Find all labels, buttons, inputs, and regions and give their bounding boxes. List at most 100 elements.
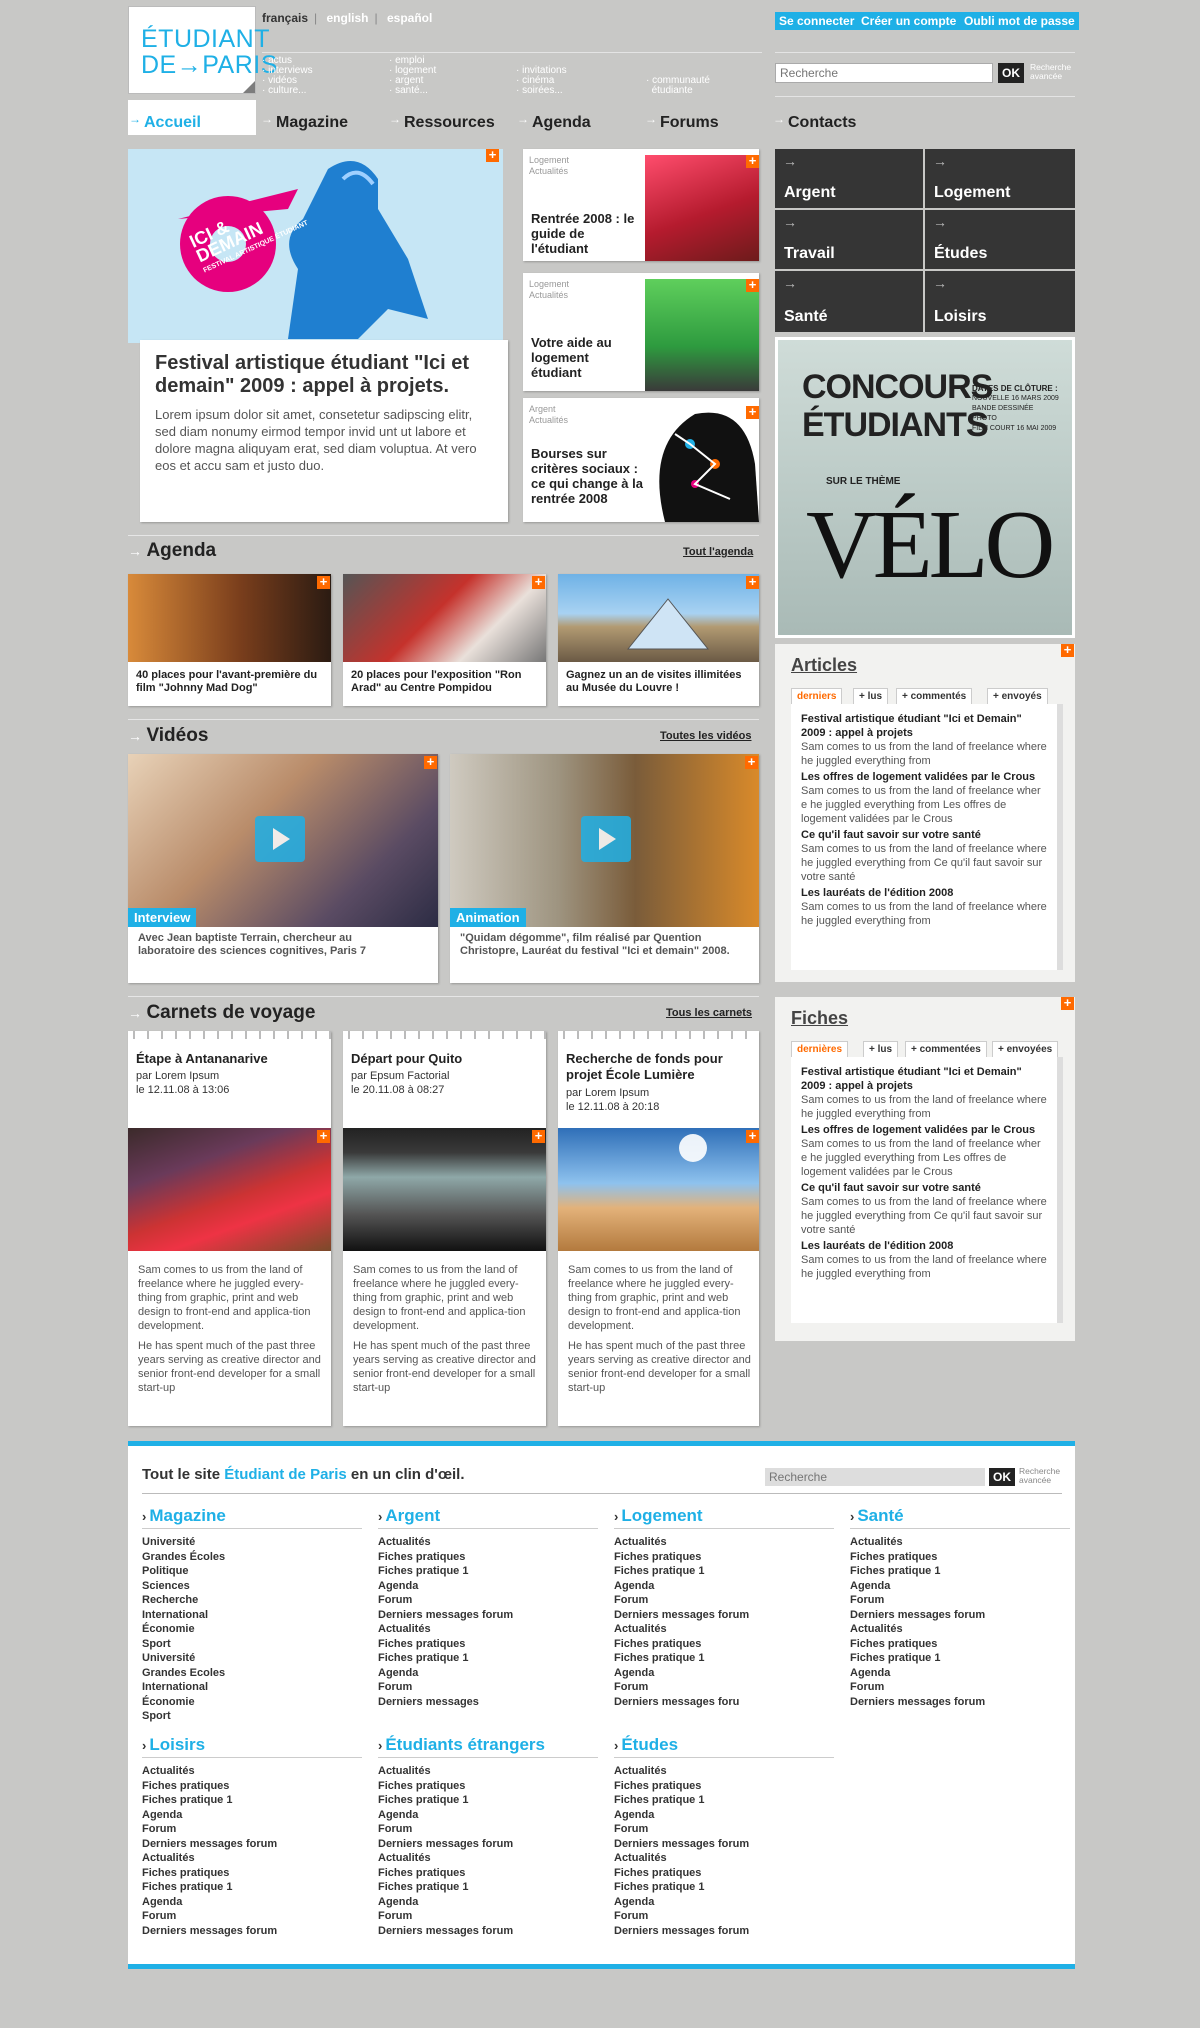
feature-plus-3[interactable]: +: [746, 405, 759, 419]
footer-link[interactable]: Fiches pratiques: [850, 1637, 1070, 1652]
nav-forums[interactable]: → Forums: [644, 100, 770, 135]
carnet-item-3[interactable]: Recherche de fonds pour projet École Lum…: [558, 1031, 759, 1426]
agenda-item-2[interactable]: 20 places pour l'exposition "Ron Arad" a…: [343, 574, 546, 706]
fiche-item-4[interactable]: Les lauréats de l'édition 2008 Sam comes …: [801, 1239, 1047, 1281]
articles-tab-lus[interactable]: + lus: [853, 688, 889, 704]
feature-title-1[interactable]: Rentrée 2008 : le guide de l'étudiant: [531, 211, 641, 256]
footer-link[interactable]: Forum: [142, 1909, 362, 1924]
articles-plus-button[interactable]: +: [1061, 643, 1074, 657]
footer-link[interactable]: Fiches pratiques: [614, 1779, 834, 1794]
footer-link[interactable]: Recherche: [142, 1593, 362, 1608]
footer-link[interactable]: Derniers messages foru: [614, 1695, 834, 1710]
category-logement[interactable]: → Logement: [925, 149, 1075, 208]
footer-link[interactable]: Sciences: [142, 1579, 362, 1594]
carnet-title-1[interactable]: Étape à Antananarive: [136, 1051, 268, 1066]
footer-link[interactable]: Économie: [142, 1695, 362, 1710]
article-item-3[interactable]: Ce qu'il faut savoir sur votre santé Sam …: [801, 828, 1047, 884]
footer-link[interactable]: Sport: [142, 1637, 362, 1652]
footer-link[interactable]: Forum: [850, 1593, 1070, 1608]
footer-link[interactable]: Actualités: [378, 1851, 598, 1866]
hero-plus-button[interactable]: +: [486, 148, 499, 162]
footer-link[interactable]: Fiches pratiques: [378, 1866, 598, 1881]
footer-link[interactable]: Forum: [614, 1680, 834, 1695]
footer-link[interactable]: Fiches pratique 1: [850, 1564, 1070, 1579]
footer-link[interactable]: Actualités: [614, 1764, 834, 1779]
footer-link[interactable]: Fiches pratiques: [614, 1866, 834, 1881]
footer-link[interactable]: Fiches pratique 1: [378, 1564, 598, 1579]
agenda-caption-3[interactable]: Gagnez un an de visites illimitées au Mu…: [566, 669, 756, 695]
fiche-item-3[interactable]: Ce qu'il faut savoir sur votre santé Sam …: [801, 1181, 1047, 1237]
footer-link[interactable]: Fiches pratique 1: [142, 1793, 362, 1808]
agenda-plus-2[interactable]: +: [532, 575, 545, 589]
articles-tab-envoyes[interactable]: + envoyés: [987, 688, 1048, 704]
footer-link[interactable]: Agenda: [614, 1895, 834, 1910]
footer-link[interactable]: Agenda: [614, 1579, 834, 1594]
login-button[interactable]: Se connecter: [775, 12, 859, 30]
footer-link[interactable]: Fiches pratique 1: [614, 1793, 834, 1808]
footer-link[interactable]: Forum: [142, 1822, 362, 1837]
play-icon[interactable]: [255, 816, 305, 862]
footer-link[interactable]: Fiches pratique 1: [614, 1564, 834, 1579]
agenda-item-3[interactable]: Gagnez un an de visites illimitées au Mu…: [558, 574, 759, 706]
lang-francais[interactable]: français: [262, 11, 308, 25]
fiches-tab-commentees[interactable]: + commentées: [905, 1041, 987, 1057]
footer-link[interactable]: Actualités: [614, 1535, 834, 1550]
agenda-caption-2[interactable]: 20 places pour l'exposition "Ron Arad" a…: [351, 669, 541, 695]
article-item-2[interactable]: Les offres de logement validées par le C…: [801, 770, 1047, 826]
footer-link[interactable]: Derniers messages forum: [850, 1695, 1070, 1710]
carnet-plus-2[interactable]: +: [532, 1129, 545, 1143]
hlink-etudiante[interactable]: étudiante: [652, 85, 693, 96]
feature-card-1[interactable]: Logement Actualités Rentrée 2008 : le gui…: [523, 149, 759, 261]
feature-plus-1[interactable]: +: [746, 154, 759, 168]
footer-search-ok-button[interactable]: OK: [989, 1468, 1015, 1486]
agenda-plus-1[interactable]: +: [317, 575, 330, 589]
footer-link[interactable]: Fiches pratiques: [378, 1779, 598, 1794]
footer-link[interactable]: Forum: [614, 1593, 834, 1608]
footer-link[interactable]: Université: [142, 1651, 362, 1666]
footer-link[interactable]: Actualités: [614, 1622, 834, 1637]
nav-contacts[interactable]: → Contacts: [772, 100, 972, 135]
video-item-1[interactable]: Interview Avec Jean baptiste Terrain, ch…: [128, 754, 438, 983]
footer-link[interactable]: International: [142, 1608, 362, 1623]
footer-link[interactable]: Derniers messages forum: [142, 1924, 362, 1939]
footer-link[interactable]: Forum: [378, 1909, 598, 1924]
footer-link[interactable]: Sport: [142, 1709, 362, 1724]
category-etudes[interactable]: → Études: [925, 210, 1075, 269]
feature-card-3[interactable]: Argent Actualités Bourses sur critères so…: [523, 398, 759, 522]
hlink-sante[interactable]: santé...: [395, 85, 428, 96]
feature-title-2[interactable]: Votre aide au logement étudiant: [531, 335, 641, 380]
agenda-plus-3[interactable]: +: [746, 575, 759, 589]
footer-link[interactable]: Fiches pratique 1: [378, 1793, 598, 1808]
fiche-item-1[interactable]: Festival artistique étudiant "Ici et Dem…: [801, 1065, 1047, 1121]
footer-link[interactable]: Actualités: [850, 1535, 1070, 1550]
header-advanced-search-link[interactable]: Recherche avancée: [1030, 63, 1071, 81]
footer-link[interactable]: Université: [142, 1535, 362, 1550]
footer-link[interactable]: Derniers messages: [378, 1695, 598, 1710]
header-search-ok-button[interactable]: OK: [998, 63, 1024, 83]
fiches-plus-button[interactable]: +: [1061, 996, 1074, 1010]
feature-card-2[interactable]: Logement Actualités Votre aide au logemen…: [523, 273, 759, 391]
fiches-tab-dernieres[interactable]: dernières: [791, 1041, 849, 1057]
footer-link[interactable]: Grandes Écoles: [142, 1550, 362, 1565]
footer-link[interactable]: Actualités: [850, 1622, 1070, 1637]
footer-link[interactable]: Fiches pratique 1: [614, 1651, 834, 1666]
footer-link[interactable]: Actualités: [614, 1851, 834, 1866]
video-plus-2[interactable]: +: [745, 755, 758, 769]
fiches-tab-envoyees[interactable]: + envoyées: [992, 1041, 1059, 1057]
footer-link[interactable]: Derniers messages forum: [378, 1924, 598, 1939]
videos-all-link[interactable]: Toutes les vidéos: [660, 730, 752, 742]
footer-link[interactable]: Forum: [614, 1909, 834, 1924]
footer-link[interactable]: Fiches pratiques: [142, 1779, 362, 1794]
agenda-item-1[interactable]: 40 places pour l'avant-première du film …: [128, 574, 331, 706]
forgot-password-button[interactable]: Oubli mot de passe: [960, 12, 1079, 30]
footer-link[interactable]: Forum: [378, 1822, 598, 1837]
footer-link[interactable]: Fiches pratiques: [378, 1637, 598, 1652]
footer-link[interactable]: Derniers messages forum: [614, 1924, 834, 1939]
footer-link[interactable]: Actualités: [142, 1764, 362, 1779]
articles-tab-derniers[interactable]: derniers: [791, 688, 843, 704]
lang-espanol[interactable]: español: [387, 11, 432, 25]
nav-ressources[interactable]: → Ressources: [388, 100, 514, 135]
carnet-plus-3[interactable]: +: [746, 1129, 759, 1143]
video-caption-2[interactable]: "Quidam dégomme", film réalisé par Quent…: [460, 932, 730, 958]
footer-link[interactable]: Fiches pratique 1: [850, 1651, 1070, 1666]
